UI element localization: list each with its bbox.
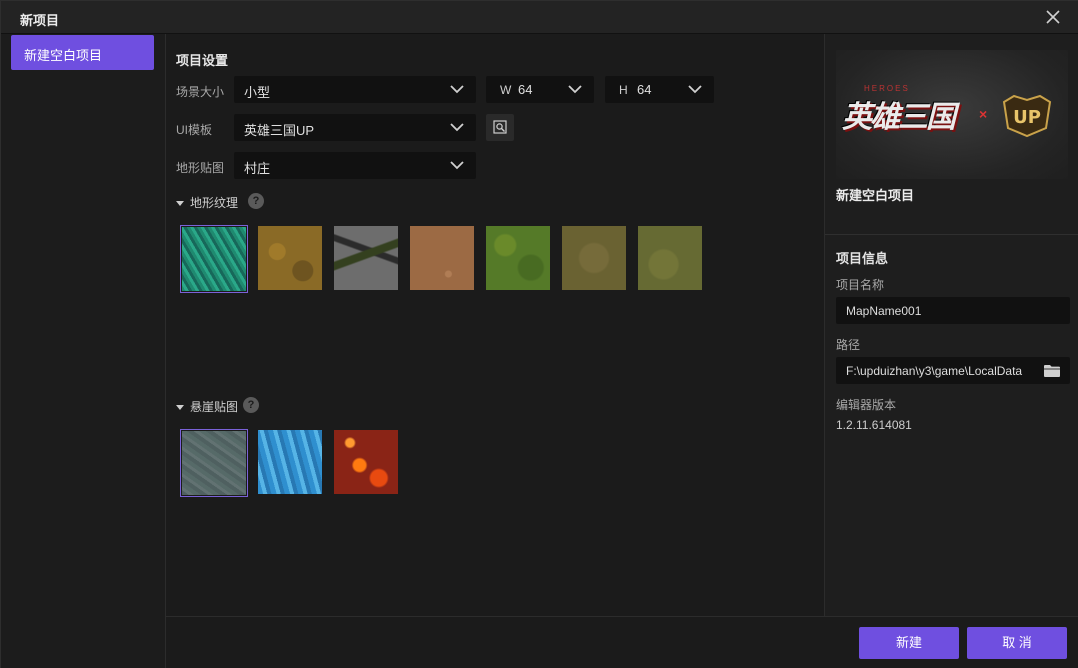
terrain-map-label: 地形贴图	[176, 161, 225, 175]
terrain-texture-swatch[interactable]	[562, 226, 626, 290]
terrain-texture-swatch[interactable]	[486, 226, 550, 290]
path-label: 路径	[836, 338, 861, 352]
project-info-panel: HEROES 英雄三国 × UP 新建空白项目 项目信息 项目名称 MapNam…	[824, 34, 1078, 616]
height-select[interactable]: H 64	[605, 76, 714, 103]
editor-version-label: 编辑器版本	[836, 398, 897, 412]
scene-size-value: 小型	[244, 85, 271, 100]
chevron-down-icon	[450, 161, 464, 170]
editor-version-value: 1.2.11.614081	[836, 418, 912, 432]
divider	[825, 234, 1078, 235]
help-icon[interactable]: ?	[248, 193, 264, 209]
close-button[interactable]	[1043, 7, 1063, 27]
caret-down-icon	[176, 405, 184, 411]
path-field[interactable]: F:\upduizhan\y3\game\LocalData	[836, 357, 1070, 384]
width-prefix: W	[500, 83, 512, 97]
terrain-map-select[interactable]: 村庄	[234, 152, 476, 179]
terrain-texture-swatch[interactable]	[180, 225, 248, 293]
project-settings-panel: 项目设置 场景大小 小型 W 64 H 64 UI模板 英雄三国UP 地形贴图 …	[166, 34, 824, 616]
chevron-down-icon	[450, 85, 464, 94]
project-preview-image: HEROES 英雄三国 × UP	[836, 50, 1068, 179]
project-name-label: 项目名称	[836, 278, 885, 292]
scene-size-select[interactable]: 小型	[234, 76, 476, 103]
title-bar: 新项目	[1, 1, 1078, 34]
footer-bar: 新建 取 消	[166, 616, 1078, 668]
logo-title: 英雄三国	[842, 100, 956, 135]
terrain-texture-swatch[interactable]	[334, 226, 398, 290]
preview-template-button[interactable]	[486, 114, 514, 141]
section-title-project-settings: 项目设置	[176, 53, 229, 68]
chevron-down-icon	[450, 123, 464, 132]
terrain-texture-swatch[interactable]	[258, 226, 322, 290]
terrain-texture-swatch[interactable]	[638, 226, 702, 290]
project-name-field[interactable]: MapName001	[836, 297, 1070, 324]
logo-cross: ×	[979, 106, 988, 122]
sidebar-item-new-blank-project[interactable]: 新建空白项目	[11, 35, 154, 70]
dialog-title: 新项目	[20, 13, 60, 28]
cliff-texture-swatch[interactable]	[334, 430, 398, 494]
chevron-down-icon	[688, 85, 702, 94]
terrain-texture-toggle[interactable]: 地形纹理	[176, 194, 238, 211]
terrain-map-value: 村庄	[244, 161, 271, 176]
width-value: 64	[518, 82, 533, 97]
up-logo-icon: UP	[1002, 94, 1052, 138]
cliff-texture-swatch[interactable]	[180, 429, 248, 497]
cliff-texture-swatch[interactable]	[258, 430, 322, 494]
close-icon	[1046, 10, 1060, 24]
terrain-texture-label: 地形纹理	[190, 196, 239, 210]
width-select[interactable]: W 64	[486, 76, 594, 103]
path-value: F:\upduizhan\y3\game\LocalData	[846, 364, 1023, 378]
ui-template-value: 英雄三国UP	[244, 123, 315, 138]
logo-up-text: UP	[1013, 107, 1041, 128]
caret-down-icon	[176, 201, 184, 207]
create-button[interactable]: 新建	[859, 627, 959, 659]
preview-project-name: 新建空白项目	[836, 188, 915, 203]
cliff-map-label: 悬崖贴图	[190, 400, 239, 414]
preview-icon	[493, 120, 507, 134]
cancel-button[interactable]: 取 消	[967, 627, 1067, 659]
folder-icon[interactable]	[1044, 364, 1060, 377]
help-icon[interactable]: ?	[243, 397, 259, 413]
chevron-down-icon	[568, 85, 582, 94]
ui-template-label: UI模板	[176, 123, 213, 137]
cliff-map-toggle[interactable]: 悬崖贴图	[176, 398, 238, 415]
sidebar: 新建空白项目	[1, 34, 166, 668]
new-project-dialog: 新项目 新建空白项目 项目设置 场景大小 小型 W 64 H 64 UI模板 英…	[0, 0, 1078, 668]
section-title-project-info: 项目信息	[836, 251, 889, 266]
terrain-texture-swatch[interactable]	[410, 226, 474, 290]
height-value: 64	[637, 82, 652, 97]
project-name-value: MapName001	[846, 304, 922, 318]
scene-size-label: 场景大小	[176, 85, 225, 99]
ui-template-select[interactable]: 英雄三国UP	[234, 114, 476, 141]
height-prefix: H	[619, 83, 628, 97]
